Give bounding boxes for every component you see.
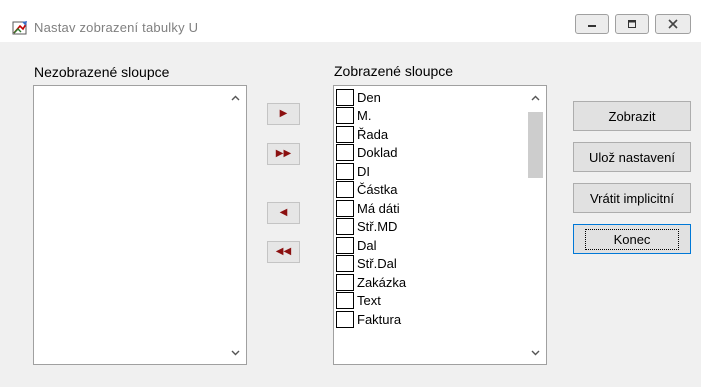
close-button[interactable]: [655, 14, 691, 34]
list-item[interactable]: Dal: [336, 236, 524, 255]
save-settings-button[interactable]: Ulož nastavení: [573, 142, 691, 172]
column-checkbox[interactable]: [336, 236, 354, 254]
list-item[interactable]: Stř.MD: [336, 218, 524, 237]
restore-default-button[interactable]: Vrátit implicitní: [573, 183, 691, 213]
close-dialog-button[interactable]: Konec: [573, 224, 691, 254]
column-name: Řada: [357, 126, 389, 142]
scroll-up-arrow-icon[interactable]: [226, 89, 245, 106]
show-button[interactable]: Zobrazit: [573, 101, 691, 131]
column-name: Doklad: [357, 145, 398, 161]
column-name: Den: [357, 89, 381, 105]
list-item[interactable]: Den: [336, 88, 524, 107]
move-one-right-button[interactable]: ▶: [267, 103, 300, 125]
maximize-icon: [628, 20, 636, 28]
minimize-icon: [588, 25, 596, 27]
move-all-left-button[interactable]: ◀◀: [267, 241, 300, 263]
scroll-down-arrow-icon[interactable]: [226, 344, 245, 361]
column-name: Částka: [357, 182, 398, 198]
column-name: Stř.MD: [357, 219, 398, 235]
column-name: DI: [357, 163, 370, 179]
window-title: Nastav zobrazení tabulky U: [34, 20, 199, 35]
column-name: Faktura: [357, 311, 402, 327]
column-checkbox[interactable]: [336, 255, 354, 273]
list-item[interactable]: Zakázka: [336, 273, 524, 292]
column-checkbox[interactable]: [336, 125, 354, 143]
column-name: Text: [357, 293, 381, 309]
list-item[interactable]: Řada: [336, 125, 524, 144]
column-name: Má dáti: [357, 200, 400, 216]
list-item[interactable]: Doklad: [336, 144, 524, 163]
column-checkbox[interactable]: [336, 181, 354, 199]
shown-columns-list[interactable]: Den M. Řada Doklad DI Částka Má dáti Stř.MD Dal S…: [333, 85, 547, 365]
column-checkbox[interactable]: [336, 144, 354, 162]
move-one-left-button[interactable]: ◀: [267, 202, 300, 224]
list-item[interactable]: Má dáti: [336, 199, 524, 218]
column-name: Stř.Dal: [357, 256, 397, 272]
minimize-button[interactable]: [575, 14, 609, 34]
title-bar: Nastav zobrazení tabulky U: [0, 0, 701, 42]
column-name: M.: [357, 108, 372, 124]
app-table-icon: [12, 21, 27, 35]
hidden-columns-list[interactable]: [33, 85, 247, 365]
column-name: Dal: [357, 237, 377, 253]
column-checkbox[interactable]: [336, 292, 354, 310]
hidden-columns-label: Nezobrazené sloupce: [34, 64, 170, 80]
column-checkbox[interactable]: [336, 310, 354, 328]
scroll-down-arrow-icon[interactable]: [526, 344, 545, 361]
close-icon: [668, 19, 678, 29]
list-item[interactable]: Stř.Dal: [336, 255, 524, 274]
move-all-right-button[interactable]: ▶▶: [267, 143, 300, 165]
scrollbar-thumb[interactable]: [528, 112, 543, 178]
list-item[interactable]: M.: [336, 107, 524, 126]
column-checkbox[interactable]: [336, 88, 354, 106]
column-checkbox[interactable]: [336, 218, 354, 236]
list-item[interactable]: Faktura: [336, 310, 524, 329]
scroll-up-arrow-icon[interactable]: [526, 89, 545, 106]
column-checkbox[interactable]: [336, 162, 354, 180]
close-dialog-label: Konec: [584, 228, 680, 250]
shown-columns-items: Den M. Řada Doklad DI Částka Má dáti Stř.MD Dal S…: [336, 88, 524, 329]
shown-columns-scrollbar[interactable]: [526, 87, 545, 363]
shown-columns-label: Zobrazené sloupce: [334, 63, 454, 79]
hidden-columns-scrollbar[interactable]: [226, 87, 245, 363]
maximize-button[interactable]: [615, 14, 649, 34]
column-checkbox[interactable]: [336, 199, 354, 217]
column-checkbox[interactable]: [336, 107, 354, 125]
column-checkbox[interactable]: [336, 273, 354, 291]
column-name: Zakázka: [357, 274, 407, 290]
list-item[interactable]: DI: [336, 162, 524, 181]
list-item[interactable]: Text: [336, 292, 524, 311]
list-item[interactable]: Částka: [336, 181, 524, 200]
